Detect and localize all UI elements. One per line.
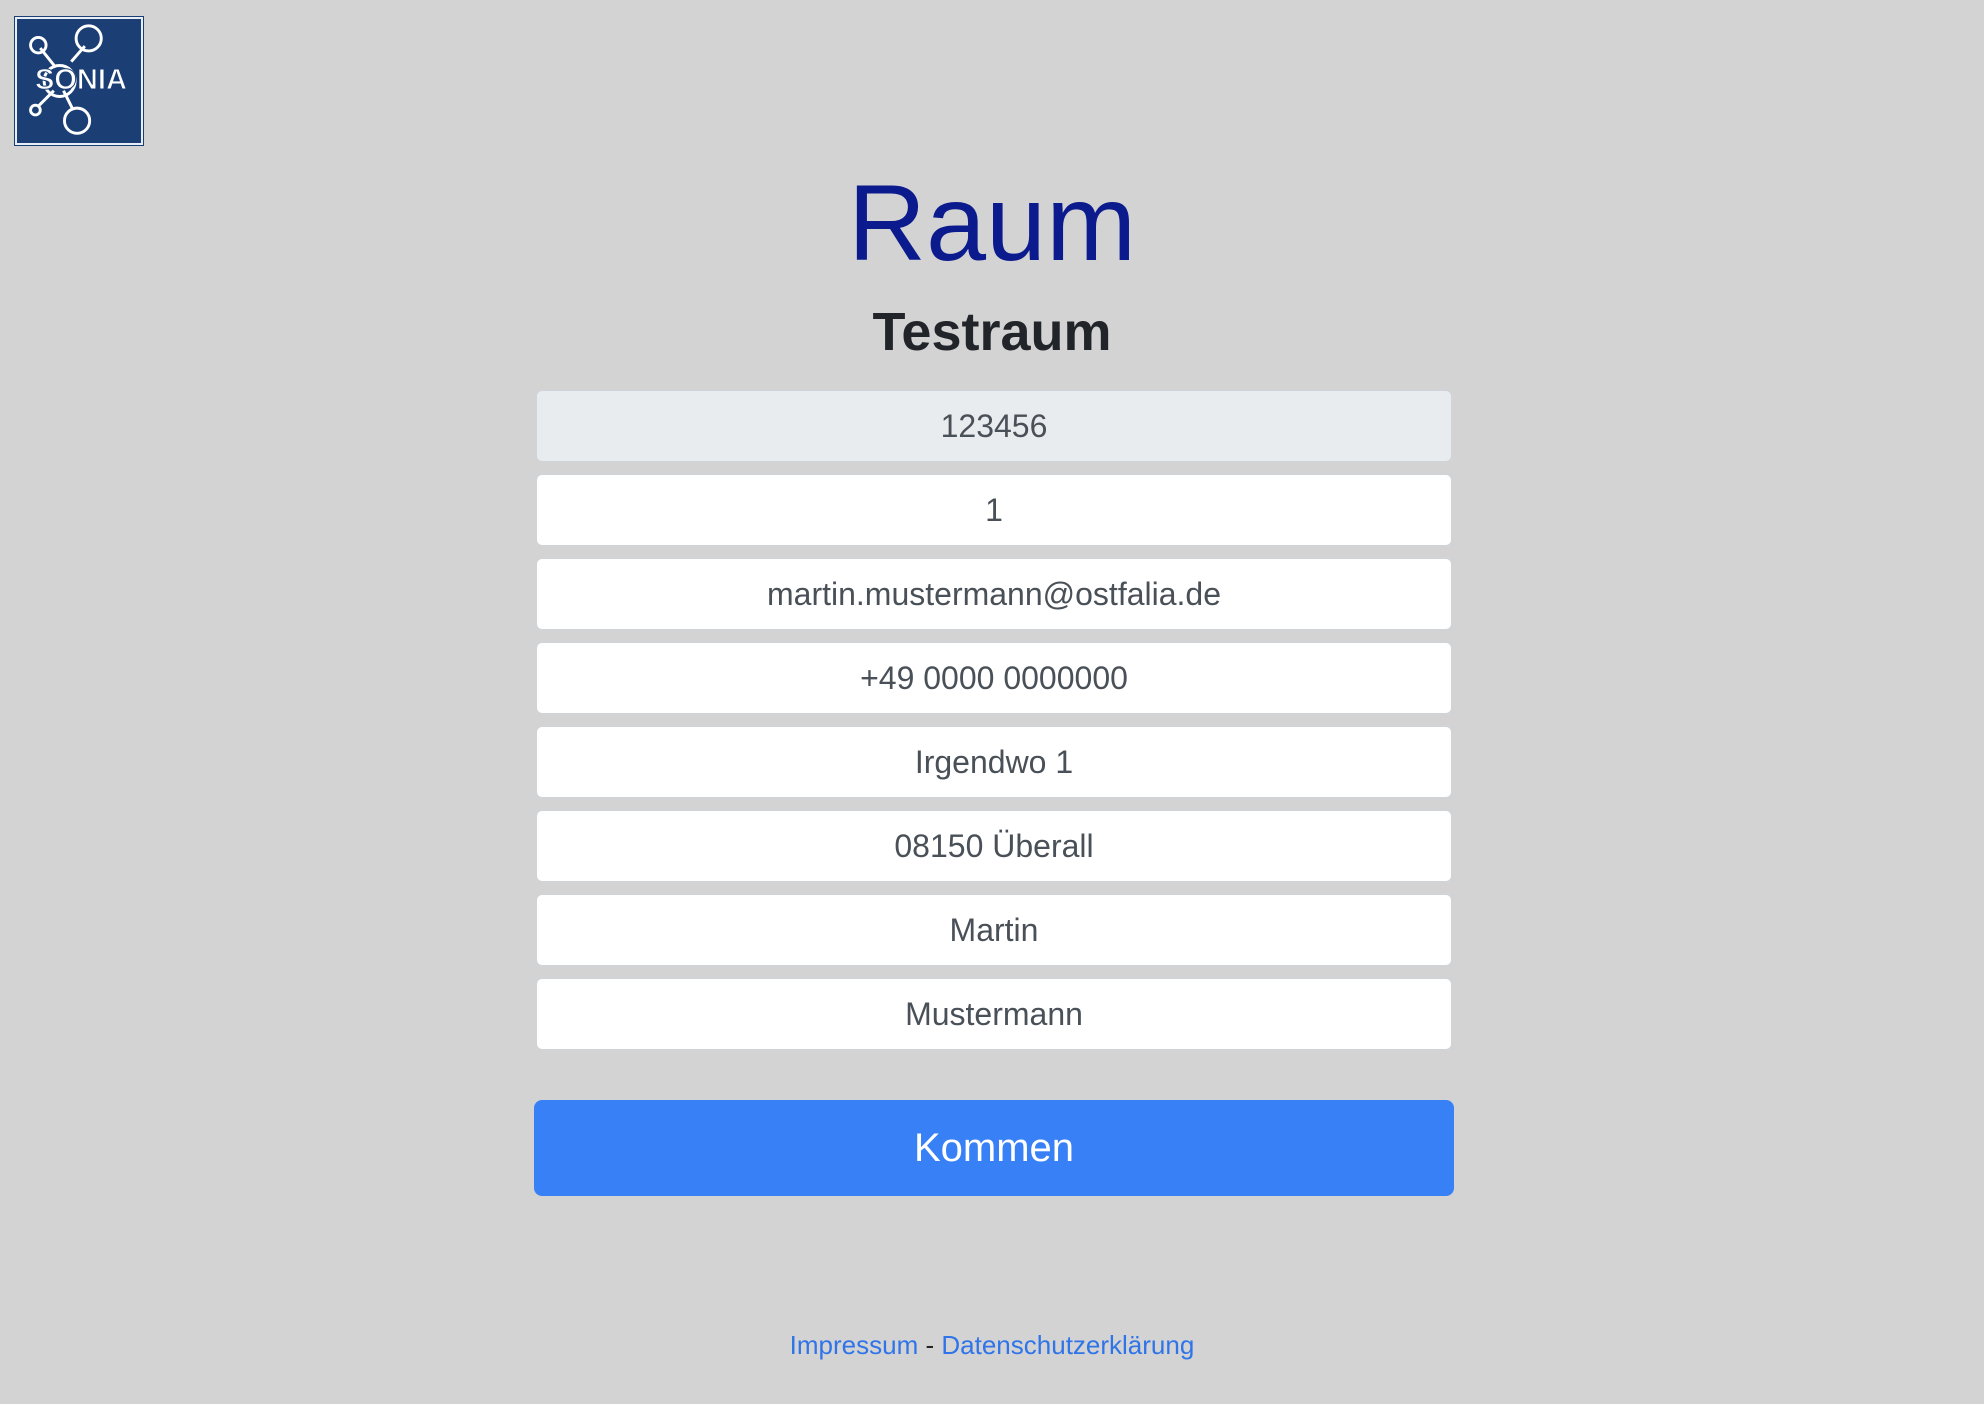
- footer: Impressum - Datenschutzerklärung: [0, 1330, 1984, 1361]
- email-field[interactable]: [536, 558, 1452, 630]
- page-title: Raum: [847, 162, 1137, 283]
- checkin-form: [536, 390, 1452, 1062]
- sonia-logo-graphic: SONIA: [17, 19, 141, 143]
- kommen-button[interactable]: Kommen: [534, 1100, 1454, 1196]
- sonia-logo: SONIA: [14, 16, 144, 146]
- seat-number-field[interactable]: [536, 474, 1452, 546]
- room-name: Testraum: [872, 302, 1112, 362]
- last-name-field[interactable]: [536, 978, 1452, 1050]
- impressum-link[interactable]: Impressum: [790, 1330, 919, 1360]
- street-field[interactable]: [536, 726, 1452, 798]
- privacy-link[interactable]: Datenschutzerklärung: [941, 1330, 1194, 1360]
- phone-field[interactable]: [536, 642, 1452, 714]
- city-field[interactable]: [536, 810, 1452, 882]
- first-name-field[interactable]: [536, 894, 1452, 966]
- footer-separator: -: [925, 1330, 935, 1360]
- room-id-field[interactable]: [536, 390, 1452, 462]
- logo-text: SONIA: [35, 64, 127, 96]
